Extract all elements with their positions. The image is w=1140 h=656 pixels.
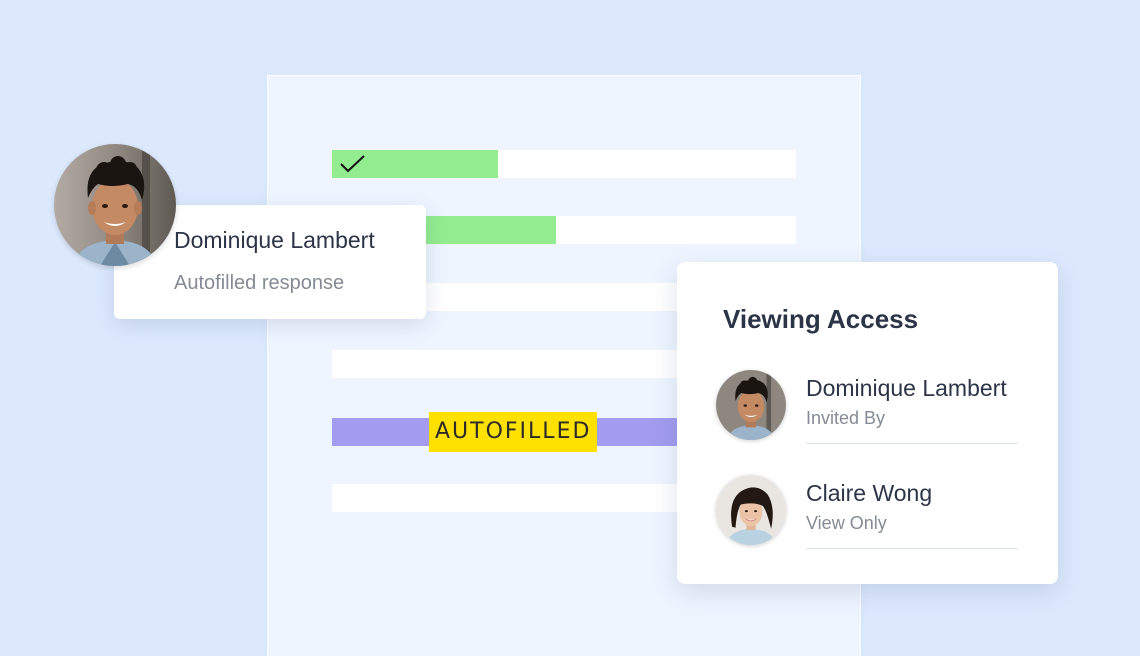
viewing-access-card: Viewing Access Dominique Lambert Invited… <box>677 262 1058 584</box>
person-role: View Only <box>806 513 887 533</box>
check-icon <box>340 155 365 173</box>
form-line-1 <box>332 150 796 178</box>
user-avatar-man <box>716 370 786 440</box>
person-name: Dominique Lambert <box>806 375 1007 401</box>
response-status: Autofilled response <box>174 272 345 294</box>
person-role: Invited By <box>806 408 886 428</box>
access-person-dominique[interactable]: Dominique Lambert Invited By <box>716 370 1036 450</box>
divider <box>806 548 1018 549</box>
autofilled-tag: AUTOFILLED <box>429 412 598 452</box>
viewing-access-title: Viewing Access <box>723 304 919 334</box>
respondent-name: Dominique Lambert <box>174 227 375 253</box>
divider <box>806 443 1018 444</box>
user-avatar-man <box>54 144 176 266</box>
person-name: Claire Wong <box>806 480 933 506</box>
user-avatar-woman <box>716 475 786 545</box>
access-person-claire[interactable]: Claire Wong View Only <box>716 475 1036 555</box>
